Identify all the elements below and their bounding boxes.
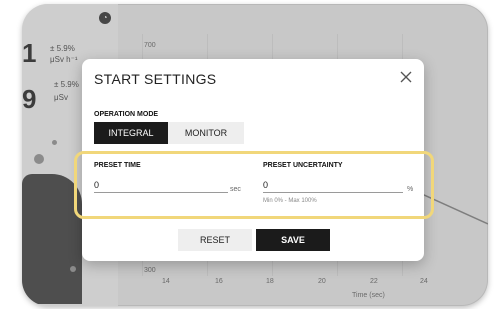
preset-fields-highlight [74, 151, 434, 219]
mode-integral-option[interactable]: INTEGRAL [94, 122, 168, 144]
reset-button[interactable]: RESET [178, 229, 252, 251]
operation-mode-toggle: INTEGRAL MONITOR [94, 122, 244, 144]
mode-monitor-option[interactable]: MONITOR [168, 122, 244, 144]
close-icon[interactable] [400, 71, 412, 83]
save-button[interactable]: SAVE [256, 229, 330, 251]
operation-mode-label: OPERATION MODE [94, 111, 159, 118]
dialog-title: START SETTINGS [94, 71, 217, 87]
